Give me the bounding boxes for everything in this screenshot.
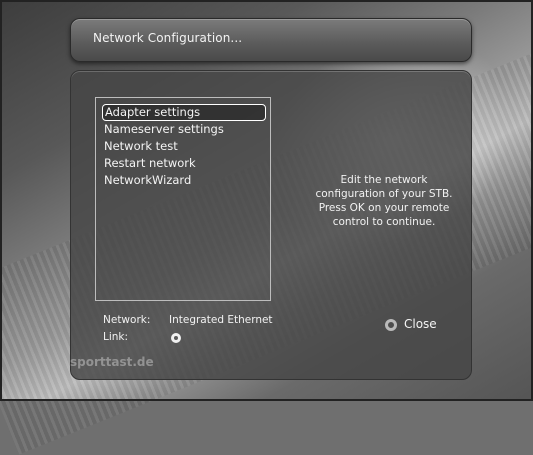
screen-frame [0, 0, 533, 401]
